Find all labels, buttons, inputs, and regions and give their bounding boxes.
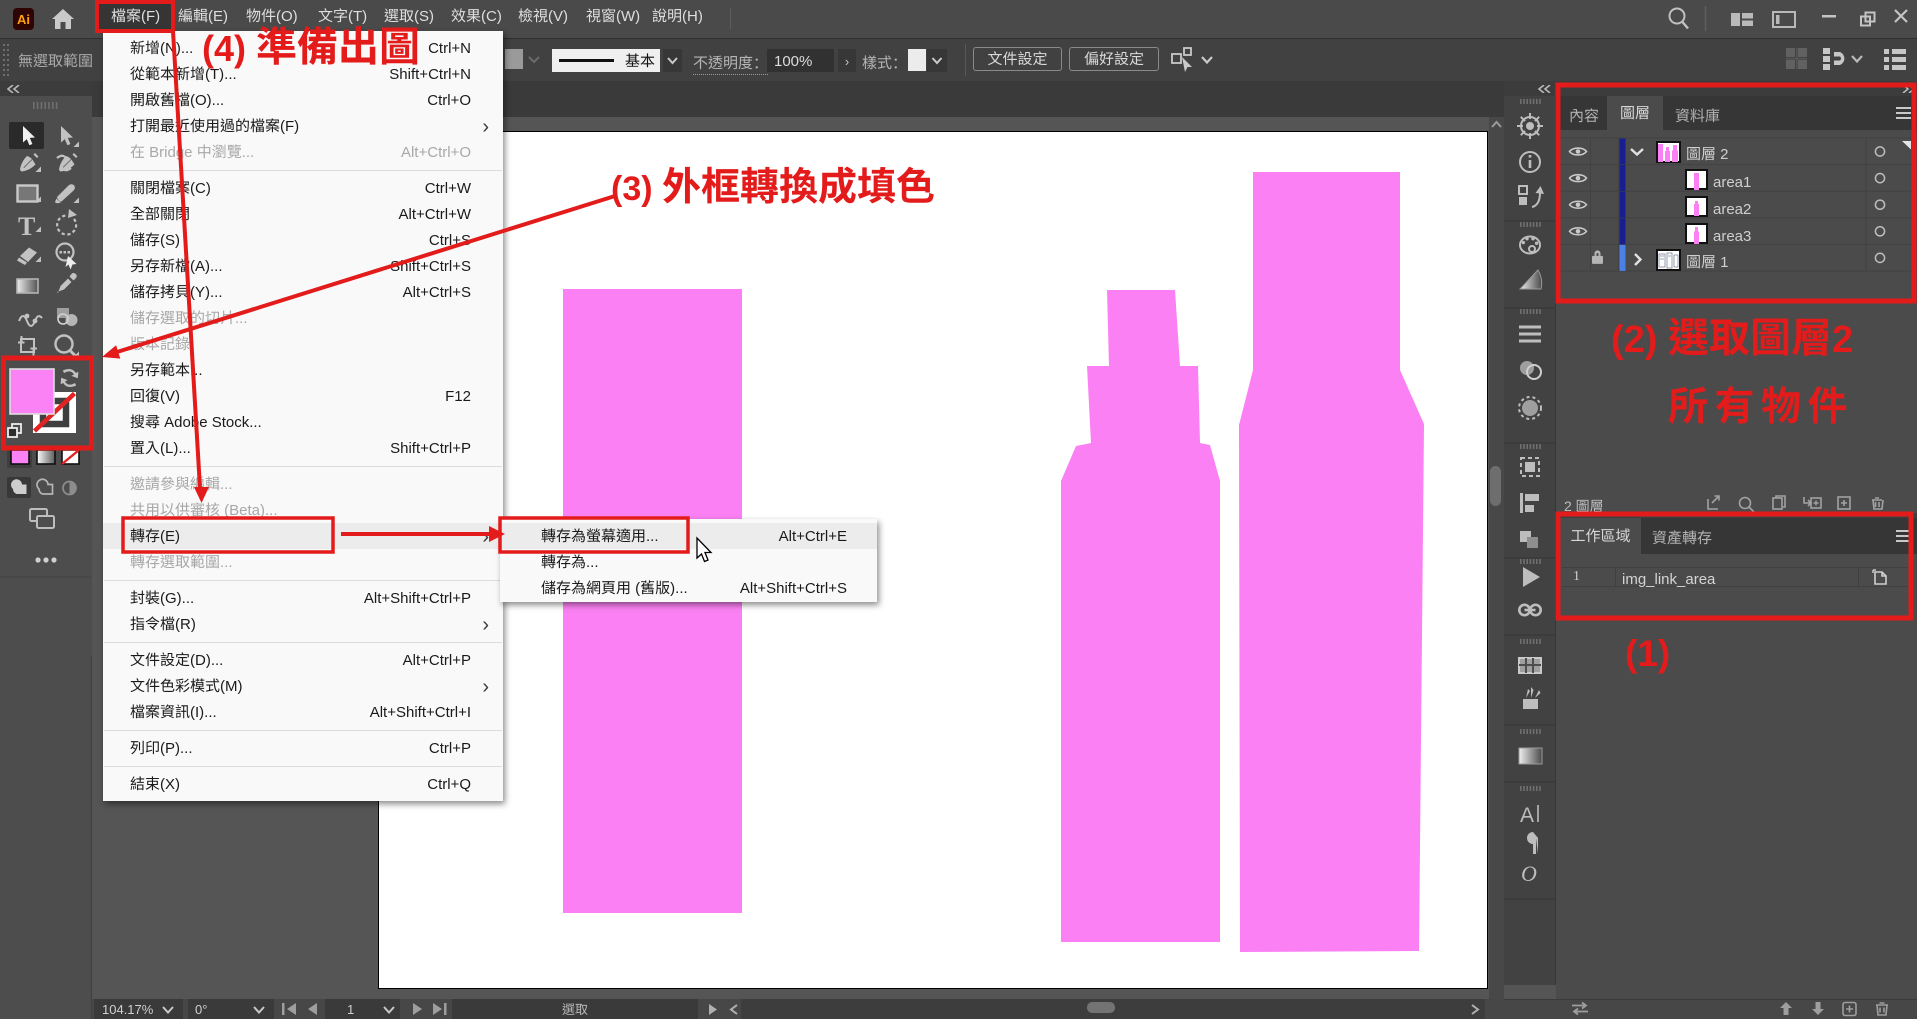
svg-text:(4) 準備出圖: (4) 準備出圖 <box>202 13 420 73</box>
svg-text:所有物件: 所有物件 <box>1668 374 1854 432</box>
svg-text:(1): (1) <box>1625 633 1670 674</box>
svg-text:(2) 選取圖層2: (2) 選取圖層2 <box>1611 304 1853 364</box>
svg-text:(3) 外框轉換成填色: (3) 外框轉換成填色 <box>611 156 935 212</box>
